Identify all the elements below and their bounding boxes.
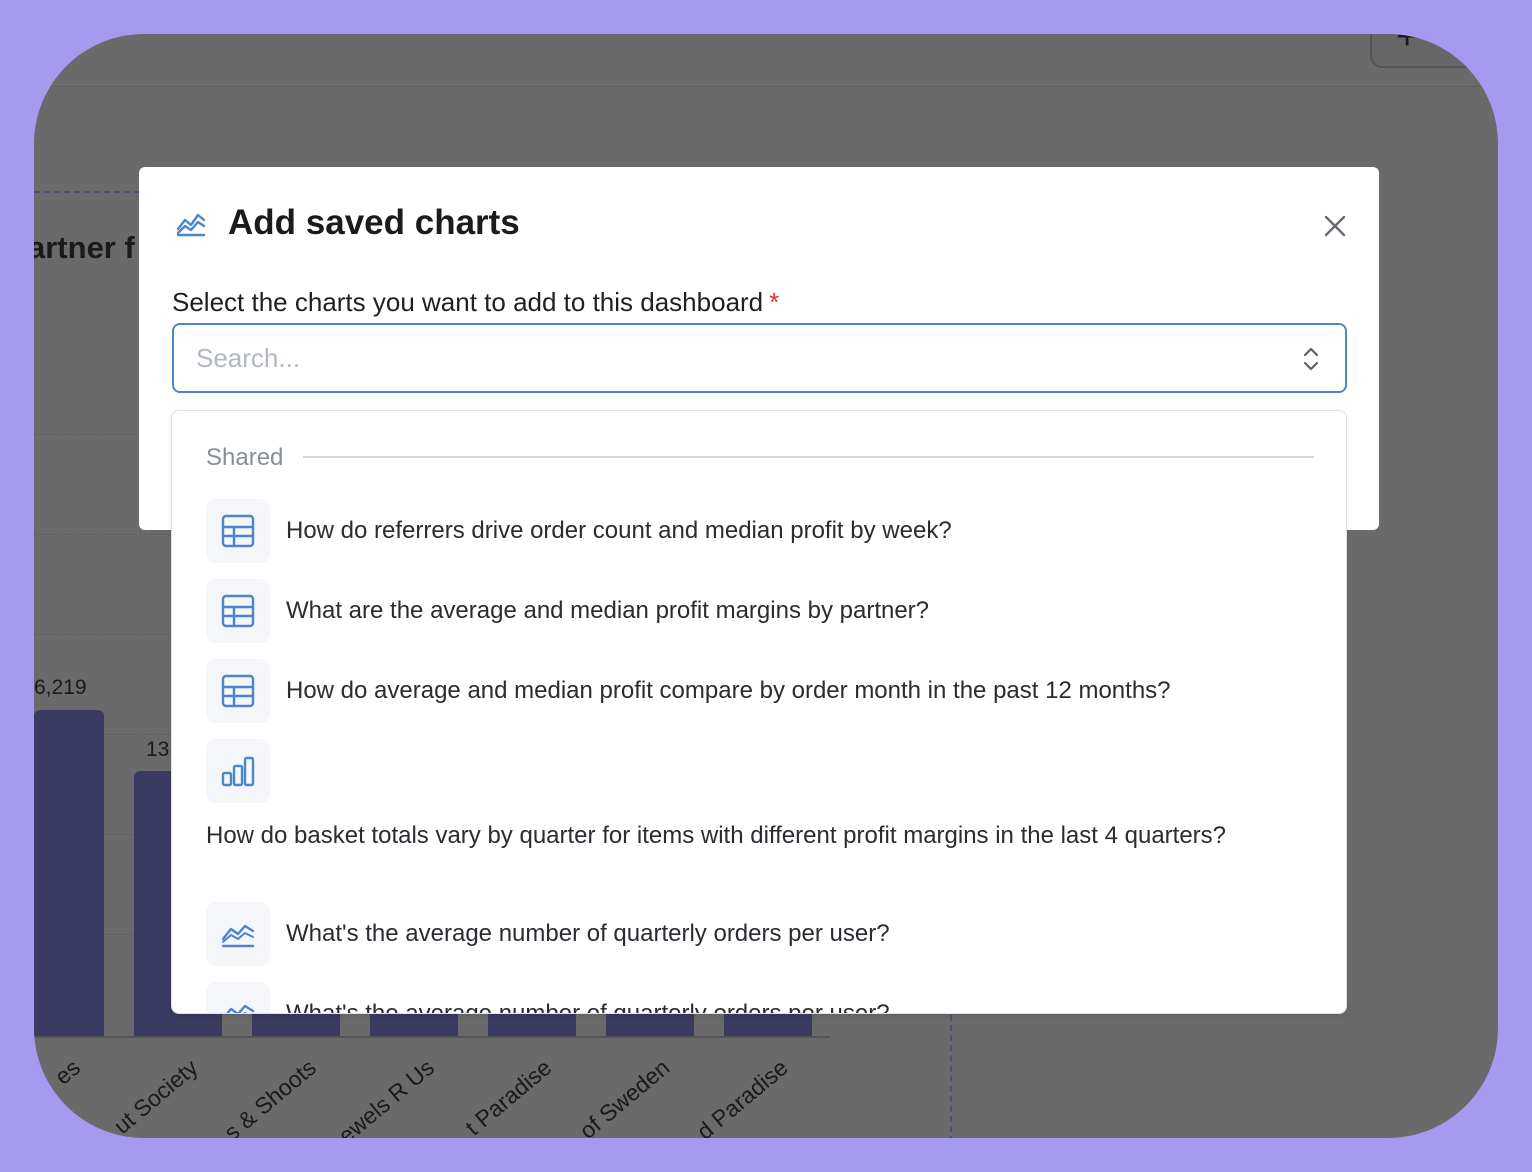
chart-option[interactable]: What's the average number of quarterly o…: [206, 982, 1316, 1014]
chart-line-icon: [176, 213, 206, 237]
chart-option[interactable]: What are the average and median profit m…: [206, 579, 1316, 643]
chart-option-label: How do average and median profit compare…: [286, 677, 1171, 704]
chart-option-label: What are the average and median profit m…: [286, 597, 930, 624]
group-label: Shared: [206, 444, 284, 471]
chevron-up-down-icon[interactable]: [1300, 345, 1322, 373]
chart-options-dropdown[interactable]: Shared How do referrers drive order coun…: [171, 410, 1347, 1014]
bar-chart-icon: [206, 739, 270, 803]
table-icon: [206, 579, 270, 643]
group-divider: [303, 456, 1314, 458]
required-marker: *: [769, 287, 780, 317]
chart-option[interactable]: How do basket totals vary by quarter for…: [206, 739, 1316, 889]
line-chart-icon: [206, 902, 270, 966]
chart-search-combobox[interactable]: [172, 323, 1347, 393]
line-chart-icon: [206, 982, 270, 1013]
chart-option-label: What's the average number of quarterly o…: [286, 1000, 890, 1014]
dialog-title: Add saved charts: [228, 203, 520, 242]
chart-option[interactable]: How do average and median profit compare…: [206, 659, 1316, 723]
chart-option-label: How do basket totals vary by quarter for…: [206, 822, 1227, 849]
search-input[interactable]: [196, 325, 1276, 391]
chart-option-label: How do referrers drive order count and m…: [286, 517, 952, 544]
table-icon: [206, 659, 270, 723]
chart-option-label: What's the average number of quarterly o…: [286, 920, 890, 947]
field-label: Select the charts you want to add to thi…: [172, 287, 779, 318]
field-label-text: Select the charts you want to add to thi…: [172, 287, 764, 317]
chart-option[interactable]: What's the average number of quarterly o…: [206, 902, 1316, 966]
close-icon[interactable]: [1319, 210, 1351, 242]
table-icon: [206, 499, 270, 563]
chart-option[interactable]: How do referrers drive order count and m…: [206, 499, 1316, 563]
